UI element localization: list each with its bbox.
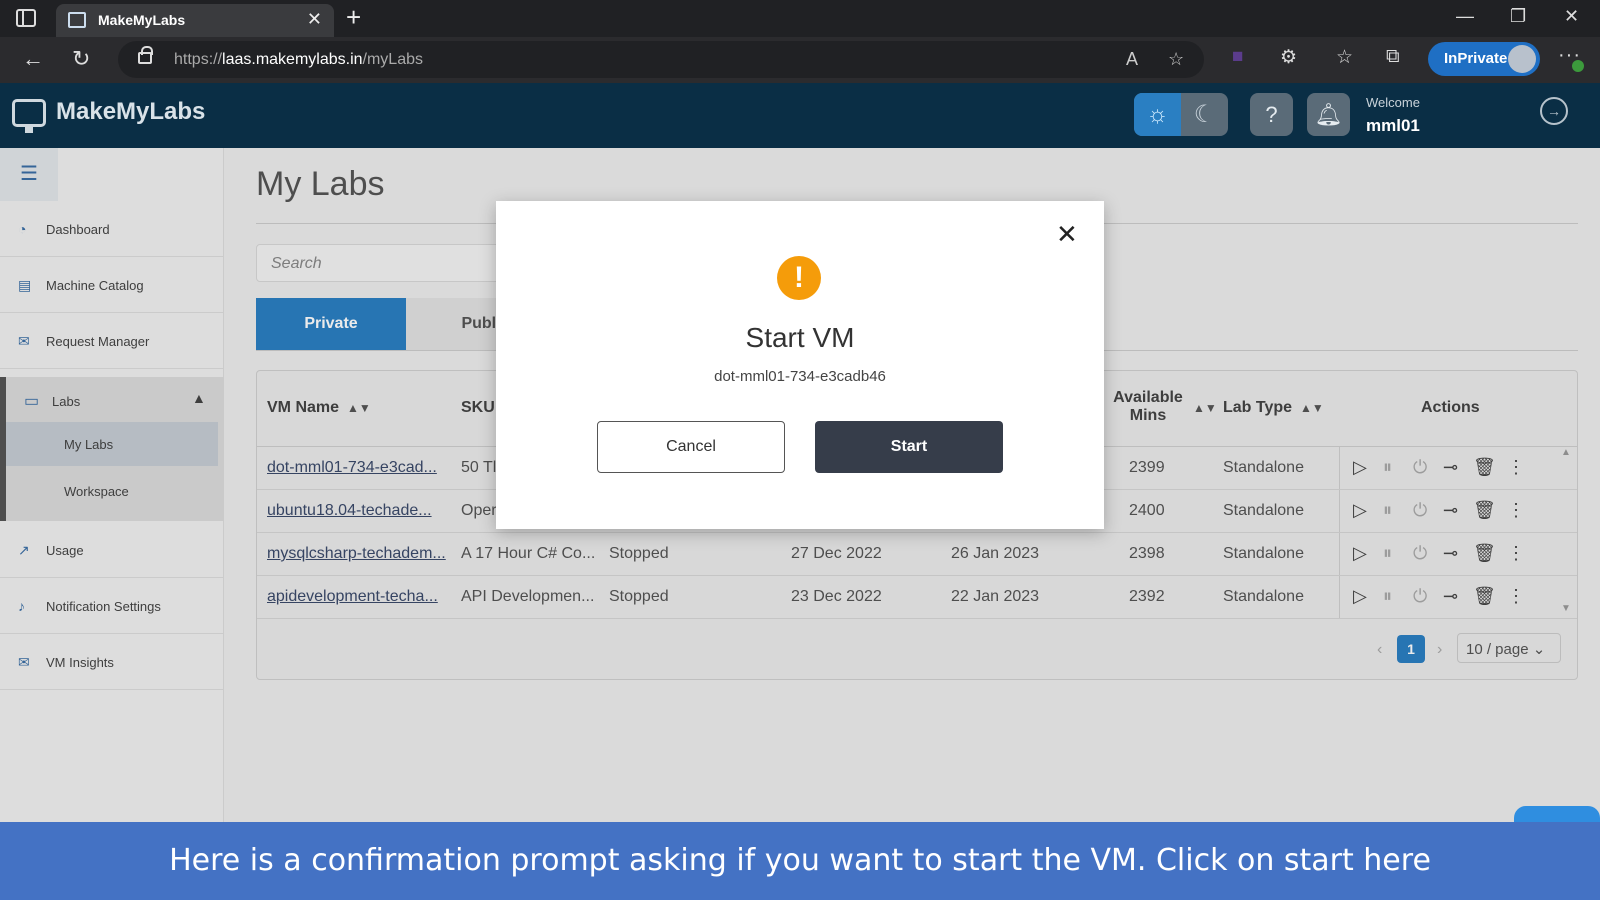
collections-icon[interactable]: ⧉ <box>1386 46 1400 68</box>
app-header: MakeMyLabs ☼ ☾ ? 🔔︎ Welcome mml01 → <box>0 83 1600 148</box>
favicon-icon <box>68 12 86 28</box>
dialog-subtitle: dot-mml01-734-e3cadb46 <box>714 368 886 385</box>
update-badge-icon <box>1572 60 1584 72</box>
start-vm-dialog: ✕ ! Start VM dot-mml01-734-e3cadb46 Canc… <box>496 201 1104 529</box>
tab-close-icon[interactable]: ✕ <box>307 9 322 30</box>
cancel-button[interactable]: Cancel <box>597 421 785 473</box>
warning-icon: ! <box>777 256 821 300</box>
inprivate-badge[interactable]: InPrivate <box>1428 42 1540 76</box>
tab-actions-icon[interactable] <box>16 9 36 27</box>
new-tab-icon[interactable]: + <box>346 2 361 33</box>
tab-title: MakeMyLabs <box>98 12 186 28</box>
extension-icon[interactable]: ■ <box>1232 46 1243 68</box>
username: mml01 <box>1366 116 1420 135</box>
help-icon[interactable]: ? <box>1250 93 1293 136</box>
lock-icon <box>138 46 153 64</box>
sun-icon[interactable]: ☼ <box>1134 93 1181 136</box>
logout-icon[interactable]: → <box>1540 97 1568 125</box>
browser-tab-bar: MakeMyLabs ✕ + — ❐ ✕ <box>0 0 1600 37</box>
restore-icon[interactable]: ❐ <box>1510 6 1526 27</box>
url-field[interactable]: https://laas.makemylabs.in/myLabs A ☆ <box>118 41 1204 78</box>
bell-icon[interactable]: 🔔︎ <box>1307 93 1350 136</box>
theme-toggle[interactable]: ☼ ☾ <box>1134 93 1228 136</box>
caption-banner: Here is a confirmation prompt asking if … <box>0 822 1600 900</box>
dialog-title: Start VM <box>745 322 855 353</box>
refresh-icon[interactable]: ↻ <box>72 46 90 72</box>
logo-icon <box>12 99 46 133</box>
logo-text: MakeMyLabs <box>56 98 206 125</box>
favorite-add-icon[interactable]: ☆ <box>1168 49 1184 70</box>
start-button[interactable]: Start <box>815 421 1003 473</box>
close-icon[interactable]: ✕ <box>1056 219 1078 250</box>
extensions-icon[interactable]: ⚙ <box>1280 46 1297 69</box>
window-close-icon[interactable]: ✕ <box>1564 6 1579 27</box>
minimize-icon[interactable]: — <box>1456 6 1474 27</box>
welcome-label: Welcome <box>1366 95 1420 110</box>
favorites-icon[interactable]: ☆ <box>1336 46 1353 69</box>
url-text: https://laas.makemylabs.in/myLabs <box>174 51 423 68</box>
back-icon[interactable]: ← <box>22 46 44 72</box>
profile-avatar <box>1508 45 1536 73</box>
read-aloud-icon[interactable]: A <box>1126 49 1138 70</box>
address-bar-row: ← ↻ https://laas.makemylabs.in/myLabs A … <box>0 37 1600 83</box>
browser-tab[interactable]: MakeMyLabs ✕ <box>56 4 334 37</box>
moon-icon[interactable]: ☾ <box>1181 93 1228 136</box>
